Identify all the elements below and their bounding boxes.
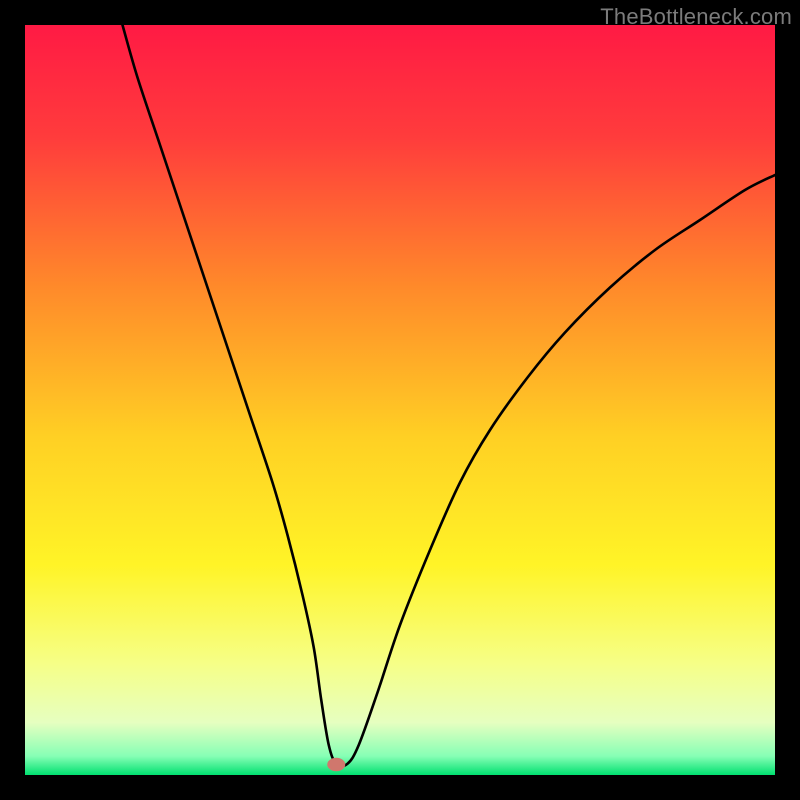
plot-area [25,25,775,775]
optimum-marker [327,758,345,772]
frame: TheBottleneck.com [0,0,800,800]
bottleneck-curve [25,25,775,775]
watermark: TheBottleneck.com [600,4,792,30]
